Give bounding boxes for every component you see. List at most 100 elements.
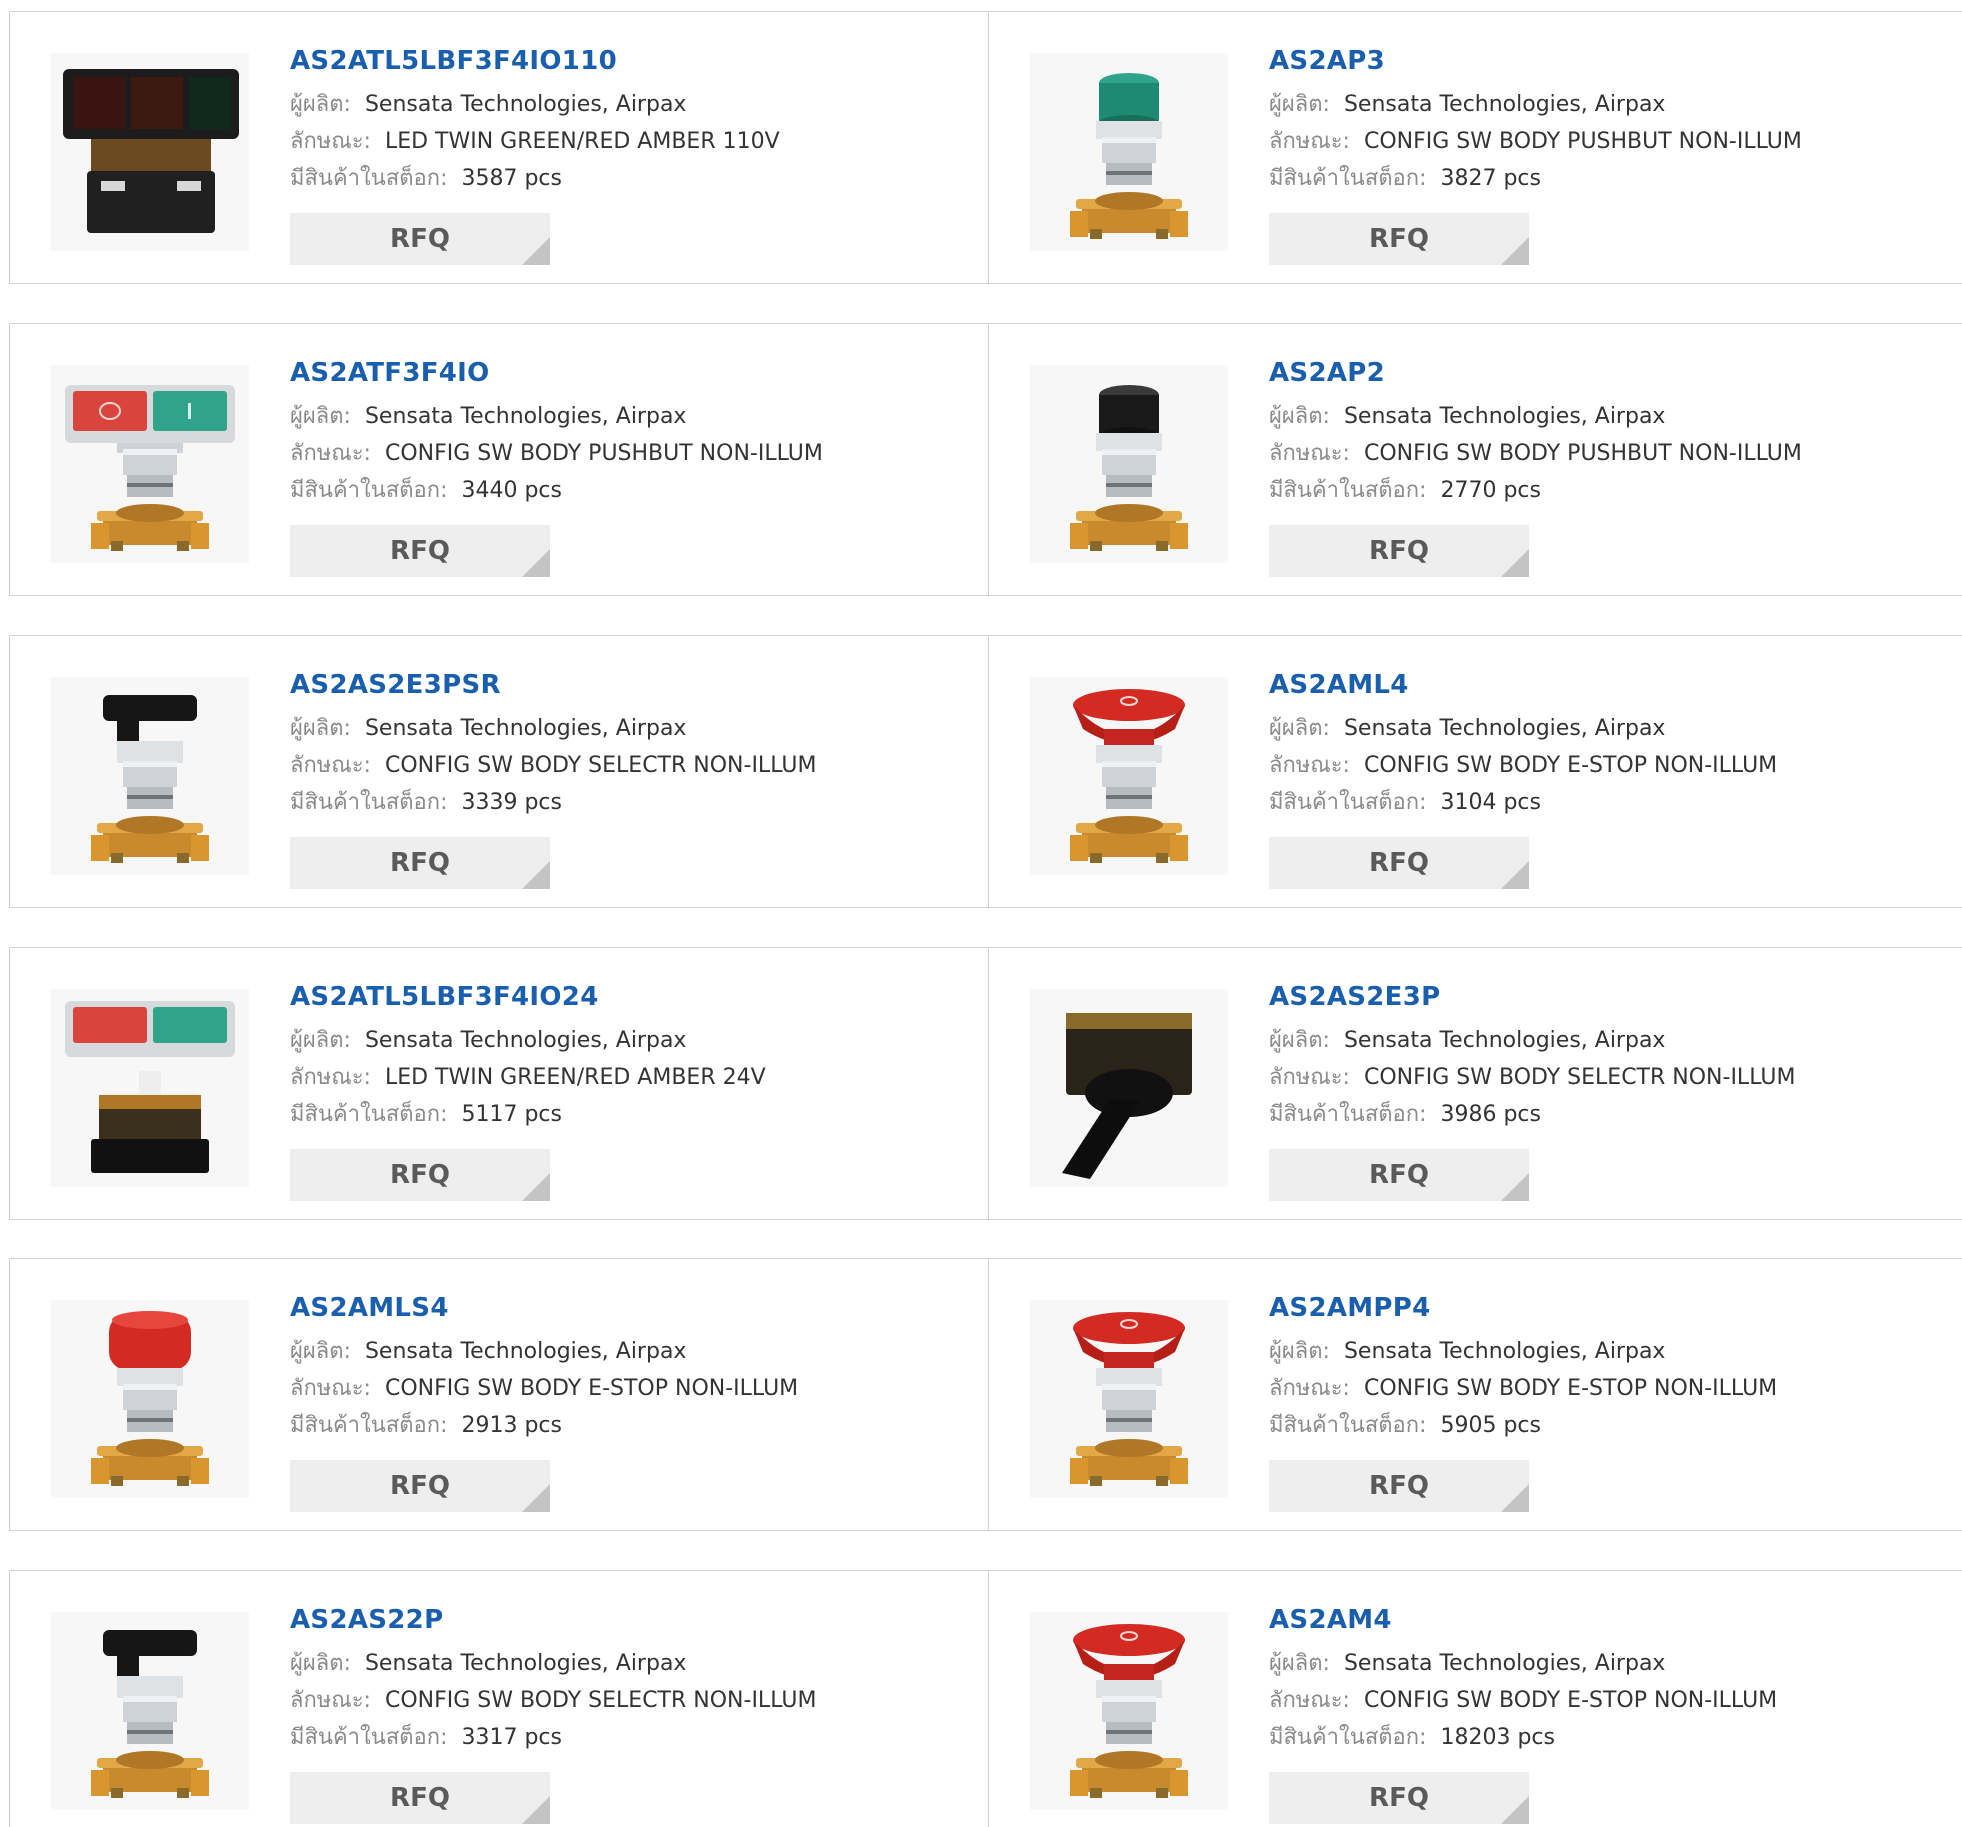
- stock-line: มีสินค้าในสต็อก: 18203 pcs: [1269, 1719, 1962, 1756]
- description-label: ลักษณะ:: [1269, 129, 1350, 154]
- twin-pushbutton-led-icon: [65, 1001, 235, 1173]
- description-line: ลักษณะ: CONFIG SW BODY E-STOP NON-ILLUM: [290, 1370, 988, 1407]
- stock-line: มีสินค้าในสต็อก: 3587 pcs: [290, 160, 988, 197]
- part-number-link[interactable]: AS2AS2E3PSR: [290, 668, 988, 702]
- rfq-label: RFQ: [390, 536, 450, 566]
- stock-label: มีสินค้าในสต็อก:: [1269, 790, 1427, 815]
- manufacturer-value: Sensata Technologies, Airpax: [364, 716, 687, 741]
- product-info: AS2AP3 ผู้ผลิต: Sensata Technologies, Airp…: [1269, 44, 1962, 197]
- product-image[interactable]: [1030, 677, 1228, 875]
- description-line: ลักษณะ: CONFIG SW BODY PUSHBUT NON-ILLUM: [1269, 123, 1962, 160]
- product-info: AS2ATL5LBF3F4IO110 ผู้ผลิต: Sensata Techno…: [290, 44, 988, 197]
- manufacturer-label: ผู้ผลิต:: [290, 716, 351, 741]
- description-label: ลักษณะ:: [1269, 1688, 1350, 1713]
- description-value: CONFIG SW BODY PUSHBUT NON-ILLUM: [384, 441, 823, 466]
- product-image[interactable]: [51, 1300, 249, 1498]
- rfq-label: RFQ: [390, 224, 450, 254]
- part-number-link[interactable]: AS2AS2E3P: [1269, 980, 1962, 1014]
- part-number-link[interactable]: AS2AML4: [1269, 668, 1962, 702]
- product-card: AS2AM4 ผู้ผลิต: Sensata Technologies, Airp…: [989, 1571, 1962, 1827]
- selector-switch-icon: [91, 695, 209, 863]
- rfq-button[interactable]: RFQ: [290, 837, 550, 889]
- description-line: ลักษณะ: CONFIG SW BODY E-STOP NON-ILLUM: [1269, 747, 1962, 784]
- product-image[interactable]: [51, 53, 249, 251]
- part-number-link[interactable]: AS2AM4: [1269, 1603, 1962, 1637]
- description-line: ลักษณะ: CONFIG SW BODY E-STOP NON-ILLUM: [1269, 1682, 1962, 1719]
- manufacturer-label: ผู้ผลิต:: [1269, 92, 1330, 117]
- rfq-button[interactable]: RFQ: [1269, 1772, 1529, 1824]
- manufacturer-line: ผู้ผลิต: Sensata Technologies, Airpax: [1269, 1022, 1962, 1059]
- product-image[interactable]: [1030, 1300, 1228, 1498]
- description-label: ลักษณะ:: [290, 441, 371, 466]
- part-number-link[interactable]: AS2AP2: [1269, 356, 1962, 390]
- part-number-link[interactable]: AS2AMLS4: [290, 1291, 988, 1325]
- description-value: CONFIG SW BODY PUSHBUT NON-ILLUM: [1363, 129, 1802, 154]
- description-line: ลักษณะ: LED TWIN GREEN/RED AMBER 110V: [290, 123, 988, 160]
- product-image[interactable]: [51, 677, 249, 875]
- stock-label: มีสินค้าในสต็อก:: [1269, 166, 1427, 191]
- rfq-button[interactable]: RFQ: [1269, 213, 1529, 265]
- corner-fold-icon: [522, 861, 550, 889]
- product-card: AS2AMLS4 ผู้ผลิต: Sensata Technologies, Ai…: [10, 1259, 989, 1530]
- product-image[interactable]: [1030, 989, 1228, 1187]
- stock-line: มีสินค้าในสต็อก: 3339 pcs: [290, 784, 988, 821]
- stock-value: 5905 pcs: [1440, 1413, 1541, 1438]
- manufacturer-label: ผู้ผลิต:: [290, 404, 351, 429]
- part-number-link[interactable]: AS2AP3: [1269, 44, 1962, 78]
- estop-mushroom-icon: [1070, 1312, 1188, 1486]
- stock-value: 2913 pcs: [461, 1413, 562, 1438]
- stock-label: มีสินค้าในสต็อก:: [290, 790, 448, 815]
- rfq-button[interactable]: RFQ: [1269, 1149, 1529, 1201]
- stock-label: มีสินค้าในสต็อก:: [290, 1725, 448, 1750]
- rfq-label: RFQ: [390, 1783, 450, 1813]
- product-image[interactable]: [1030, 1612, 1228, 1810]
- product-card: AS2AP3 ผู้ผลิต: Sensata Technologies, Airp…: [989, 12, 1962, 283]
- stock-label: มีสินค้าในสต็อก:: [290, 478, 448, 503]
- description-line: ลักษณะ: CONFIG SW BODY SELECTR NON-ILLUM: [290, 1682, 988, 1719]
- corner-fold-icon: [1501, 1796, 1529, 1824]
- rfq-button[interactable]: RFQ: [290, 525, 550, 577]
- twin-pushbutton-block-icon: [63, 69, 239, 233]
- product-image[interactable]: [1030, 365, 1228, 563]
- stock-value: 3440 pcs: [461, 478, 562, 503]
- rfq-button[interactable]: RFQ: [1269, 1460, 1529, 1512]
- corner-fold-icon: [1501, 1484, 1529, 1512]
- product-info: AS2AS2E3PSR ผู้ผลิต: Sensata Technologies,…: [290, 668, 988, 821]
- manufacturer-value: Sensata Technologies, Airpax: [364, 1339, 687, 1364]
- rfq-button[interactable]: RFQ: [290, 213, 550, 265]
- stock-value: 3986 pcs: [1440, 1102, 1541, 1127]
- product-row: AS2AMLS4 ผู้ผลิต: Sensata Technologies, Ai…: [9, 1258, 1962, 1531]
- rfq-label: RFQ: [1369, 1160, 1429, 1190]
- stock-label: มีสินค้าในสต็อก:: [290, 1413, 448, 1438]
- part-number-link[interactable]: AS2AS22P: [290, 1603, 988, 1637]
- description-value: LED TWIN GREEN/RED AMBER 110V: [384, 129, 780, 154]
- description-label: ลักษณะ:: [1269, 1065, 1350, 1090]
- product-card: AS2ATL5LBF3F4IO24 ผู้ผลิต: Sensata Technol…: [10, 948, 989, 1219]
- manufacturer-line: ผู้ผลิต: Sensata Technologies, Airpax: [290, 710, 988, 747]
- stock-line: มีสินค้าในสต็อก: 5905 pcs: [1269, 1407, 1962, 1444]
- product-image[interactable]: [1030, 53, 1228, 251]
- stock-value: 3587 pcs: [461, 166, 562, 191]
- rfq-button[interactable]: RFQ: [1269, 837, 1529, 889]
- selector-switch-icon: [91, 1630, 209, 1798]
- product-image[interactable]: [51, 1612, 249, 1810]
- description-label: ลักษณะ:: [290, 129, 371, 154]
- product-row: AS2ATF3F4IO ผู้ผลิต: Sensata Technologies,…: [9, 323, 1962, 596]
- stock-value: 2770 pcs: [1440, 478, 1541, 503]
- manufacturer-line: ผู้ผลิต: Sensata Technologies, Airpax: [290, 398, 988, 435]
- rfq-button[interactable]: RFQ: [290, 1460, 550, 1512]
- product-image[interactable]: [51, 989, 249, 1187]
- part-number-link[interactable]: AS2ATL5LBF3F4IO24: [290, 980, 988, 1014]
- part-number-link[interactable]: AS2ATL5LBF3F4IO110: [290, 44, 988, 78]
- part-number-link[interactable]: AS2ATF3F4IO: [290, 356, 988, 390]
- rfq-button[interactable]: RFQ: [290, 1149, 550, 1201]
- manufacturer-value: Sensata Technologies, Airpax: [1343, 716, 1666, 741]
- corner-fold-icon: [522, 1173, 550, 1201]
- stock-label: มีสินค้าในสต็อก:: [290, 166, 448, 191]
- rfq-label: RFQ: [1369, 536, 1429, 566]
- product-image[interactable]: [51, 365, 249, 563]
- rfq-button[interactable]: RFQ: [1269, 525, 1529, 577]
- product-card: AS2AS22P ผู้ผลิต: Sensata Technologies, Ai…: [10, 1571, 989, 1827]
- part-number-link[interactable]: AS2AMPP4: [1269, 1291, 1962, 1325]
- rfq-button[interactable]: RFQ: [290, 1772, 550, 1824]
